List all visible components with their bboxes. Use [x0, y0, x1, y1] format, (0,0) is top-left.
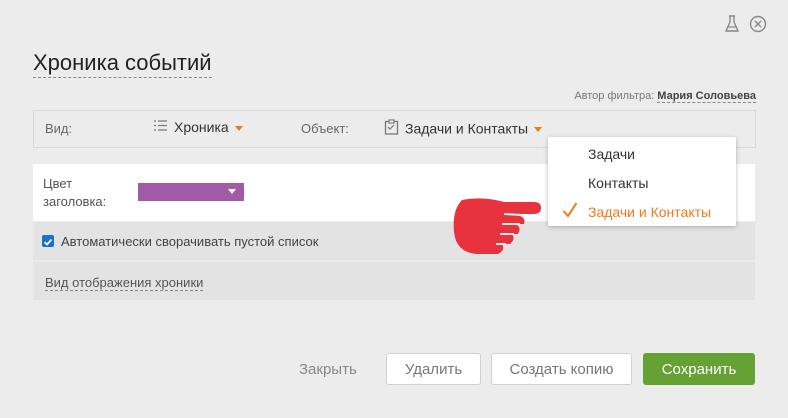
- color-label: Цвет заголовка:: [43, 176, 107, 209]
- copy-button[interactable]: Создать копию: [491, 353, 632, 385]
- autocollapse-checkbox[interactable]: [42, 235, 54, 247]
- object-label: Объект:: [301, 121, 349, 136]
- checkmark-icon: [562, 201, 578, 224]
- close-button[interactable]: Закрыть: [299, 361, 357, 378]
- dropdown-item-tasks-and-contacts[interactable]: Задачи и Контакты: [588, 204, 711, 220]
- display-link[interactable]: Вид отображения хроники: [45, 275, 204, 291]
- color-picker[interactable]: [138, 183, 244, 201]
- view-label: Вид:: [45, 121, 73, 136]
- autocollapse-label[interactable]: Автоматически сворачивать пустой список: [61, 234, 318, 249]
- list-icon: [153, 119, 168, 137]
- view-selector[interactable]: Хроника: [153, 119, 243, 137]
- chevron-down-icon: [228, 189, 236, 194]
- chevron-down-icon: [534, 127, 543, 132]
- page-title[interactable]: Хроника событий: [33, 50, 212, 78]
- object-dropdown: Задачи Контакты Задачи и Контакты: [548, 137, 736, 226]
- dropdown-item-tasks[interactable]: Задачи: [588, 146, 635, 162]
- flask-icon[interactable]: [724, 14, 740, 34]
- pointing-hand-icon: [452, 192, 544, 263]
- delete-button[interactable]: Удалить: [386, 353, 481, 385]
- view-value: Хроника: [174, 119, 229, 136]
- object-value: Задачи и Контакты: [405, 120, 529, 137]
- object-selector[interactable]: Задачи и Контакты: [384, 119, 543, 140]
- chevron-down-icon: [234, 125, 243, 131]
- dropdown-item-contacts[interactable]: Контакты: [588, 175, 648, 191]
- filter-author: Автор фильтра: Мария Соловьева: [574, 90, 756, 103]
- author-name[interactable]: Мария Соловьева: [657, 90, 756, 103]
- author-label: Автор фильтра:: [574, 90, 655, 102]
- save-button[interactable]: Сохранить: [643, 353, 755, 385]
- clipboard-icon: [384, 119, 399, 140]
- close-icon[interactable]: [749, 15, 767, 33]
